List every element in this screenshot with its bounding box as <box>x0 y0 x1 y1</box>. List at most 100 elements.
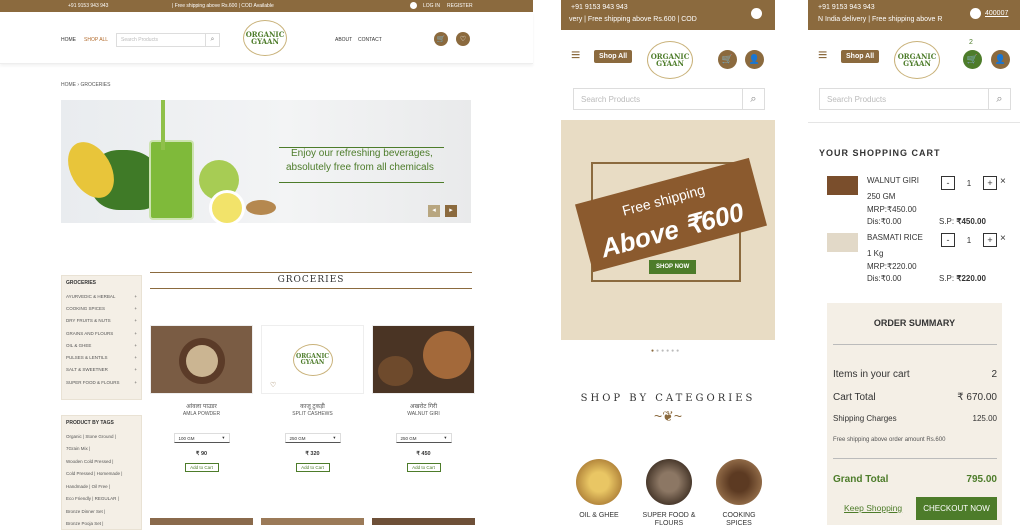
banner-next-button[interactable]: ▸ <box>445 205 457 217</box>
cart-icon[interactable]: 🛒 <box>718 50 737 69</box>
expand-icon[interactable]: + <box>134 343 137 348</box>
banner-prev-button[interactable]: ◂ <box>428 205 440 217</box>
desktop-logo[interactable]: ORGANIC GYAAN <box>243 20 287 56</box>
cart-icon[interactable]: 🛒 <box>434 32 448 46</box>
product-image[interactable] <box>372 518 475 525</box>
search-input[interactable]: Search Products <box>574 95 742 104</box>
cart-item-image[interactable] <box>827 233 858 252</box>
cart-icon[interactable]: 🛒 <box>963 50 982 69</box>
qty-value[interactable]: 1 <box>963 179 975 188</box>
category-label[interactable]: OIL & GHEE <box>564 512 634 519</box>
category-label[interactable]: COOKING <box>704 512 774 519</box>
increase-qty-button[interactable]: + <box>983 233 997 247</box>
decrease-qty-button[interactable]: - <box>941 233 955 247</box>
wishlist-icon[interactable]: ♡ <box>456 32 470 46</box>
category-label-line2[interactable]: SPICES <box>704 520 774 527</box>
carousel-dot[interactable]: ● <box>676 348 681 354</box>
shop-now-button[interactable]: SHOP NOW <box>649 260 696 274</box>
product-image[interactable] <box>150 325 253 394</box>
checkout-now-button[interactable]: CHECKOUT NOW <box>916 497 997 520</box>
tag-item[interactable]: 7Grain Mix | <box>62 443 141 456</box>
sidebar-item[interactable]: SALT & SWEETNER+ <box>62 364 141 376</box>
expand-icon[interactable]: + <box>134 331 137 336</box>
expand-icon[interactable]: + <box>134 355 137 360</box>
register-link[interactable]: REGISTER <box>447 3 473 9</box>
tag-item[interactable]: Organic | Stone Ground | <box>62 430 141 443</box>
expand-icon[interactable]: + <box>134 367 137 372</box>
increase-qty-button[interactable]: + <box>983 176 997 190</box>
product-image[interactable] <box>261 518 364 525</box>
category-label[interactable]: SUPER FOOD & <box>634 512 704 519</box>
login-link[interactable]: LOG IN <box>423 3 440 9</box>
size-select[interactable]: 250 GM▾ <box>285 433 341 443</box>
quantity-stepper[interactable]: - 1 + <box>941 233 997 247</box>
category-cooking-spices[interactable] <box>716 459 762 505</box>
expand-icon[interactable]: + <box>134 294 137 299</box>
size-select[interactable]: 250 GM▾ <box>396 433 452 443</box>
remove-item-icon[interactable]: × <box>1000 233 1006 244</box>
category-super-food[interactable] <box>646 459 692 505</box>
user-icon[interactable]: 👤 <box>745 50 764 69</box>
search-input[interactable]: Search Products <box>117 37 205 43</box>
product-image[interactable] <box>372 325 475 394</box>
cart-item-image[interactable] <box>827 176 858 195</box>
cart-item-name[interactable]: WALNUT GIRI <box>867 176 919 185</box>
sidebar-item[interactable]: GRAINS AND FLOURS+ <box>62 327 141 339</box>
remove-item-icon[interactable]: × <box>1000 176 1006 187</box>
product-name[interactable]: SPLIT CASHEWS <box>261 411 364 417</box>
mobile2-logo[interactable]: ORGANIC GYAAN <box>894 41 940 79</box>
tag-item[interactable]: Cold Pressed | Homemade | <box>62 468 141 481</box>
sidebar-item[interactable]: SUPER FOOD & FLOURS+ <box>62 376 141 388</box>
sidebar-item[interactable]: OIL & GHEE+ <box>62 339 141 351</box>
expand-icon[interactable]: + <box>134 380 137 385</box>
mobile1-search-bar[interactable]: Search Products ⌕ <box>573 88 765 110</box>
mobile2-search-bar[interactable]: Search Products ⌕ <box>819 88 1011 110</box>
shop-all-button[interactable]: Shop All <box>841 50 879 63</box>
decrease-qty-button[interactable]: - <box>941 176 955 190</box>
product-image[interactable] <box>150 518 253 525</box>
sidebar-item[interactable]: AYURVEDIC & HERBAL+ <box>62 290 141 302</box>
search-icon[interactable]: ⌕ <box>988 89 1010 109</box>
tag-item[interactable]: Bronze Dinner Set | <box>62 505 141 518</box>
expand-icon[interactable]: + <box>134 318 137 323</box>
tag-item[interactable]: Bronze Pooja Set | <box>62 518 141 530</box>
add-to-cart-button[interactable]: Add to Cart <box>407 463 441 472</box>
product-image[interactable]: ORGANIC GYAAN ♡ <box>261 325 364 394</box>
wishlist-icon[interactable]: ♡ <box>270 381 276 389</box>
keep-shopping-link[interactable]: Keep Shopping <box>844 503 902 513</box>
nav-shop-all[interactable]: SHOP ALL <box>84 37 108 43</box>
hamburger-menu-icon[interactable]: ≡ <box>818 48 827 64</box>
search-icon[interactable]: ⌕ <box>742 89 764 109</box>
tag-item[interactable]: Wooden Cold Pressed | <box>62 455 141 468</box>
product-name[interactable]: AMLA POWDER <box>150 411 253 417</box>
tag-item[interactable]: Handmade | Oil Free | <box>62 480 141 493</box>
qty-value[interactable]: 1 <box>963 236 975 245</box>
quantity-stepper[interactable]: - 1 + <box>941 176 997 190</box>
size-select[interactable]: 100 GM▾ <box>174 433 230 443</box>
product-name[interactable]: WALNUT GIRI <box>372 411 475 417</box>
nav-about[interactable]: ABOUT <box>335 37 352 43</box>
search-icon[interactable]: ⌕ <box>205 34 219 46</box>
expand-icon[interactable]: + <box>134 306 137 311</box>
location-icon[interactable] <box>970 8 981 19</box>
location-icon[interactable] <box>751 8 762 19</box>
search-input[interactable]: Search Products <box>820 95 988 104</box>
sidebar-item[interactable]: DRY FRUITS & NUTS+ <box>62 315 141 327</box>
sidebar-item[interactable]: COOKING SPICES+ <box>62 302 141 314</box>
add-to-cart-button[interactable]: Add to Cart <box>185 463 219 472</box>
tag-item[interactable]: Eco Friendly | REGULAR | <box>62 493 141 506</box>
search-bar[interactable]: Search Products ⌕ <box>116 33 220 47</box>
add-to-cart-button[interactable]: Add to Cart <box>296 463 330 472</box>
hamburger-menu-icon[interactable]: ≡ <box>571 48 580 64</box>
shop-all-button[interactable]: Shop All <box>594 50 632 63</box>
sidebar-item[interactable]: PULSES & LENTILS+ <box>62 351 141 363</box>
location-icon[interactable] <box>410 2 417 9</box>
user-icon[interactable]: 👤 <box>991 50 1010 69</box>
mobile1-logo[interactable]: Shop All ORGANIC GYAAN <box>647 41 693 79</box>
cart-item-name[interactable]: BASMATI RICE <box>867 233 923 242</box>
category-oil-ghee[interactable] <box>576 459 622 505</box>
nav-home[interactable]: HOME <box>61 37 76 43</box>
pincode-link[interactable]: 400007 <box>985 10 1008 17</box>
breadcrumb-home[interactable]: HOME <box>61 82 76 88</box>
nav-contact[interactable]: CONTACT <box>358 37 382 43</box>
